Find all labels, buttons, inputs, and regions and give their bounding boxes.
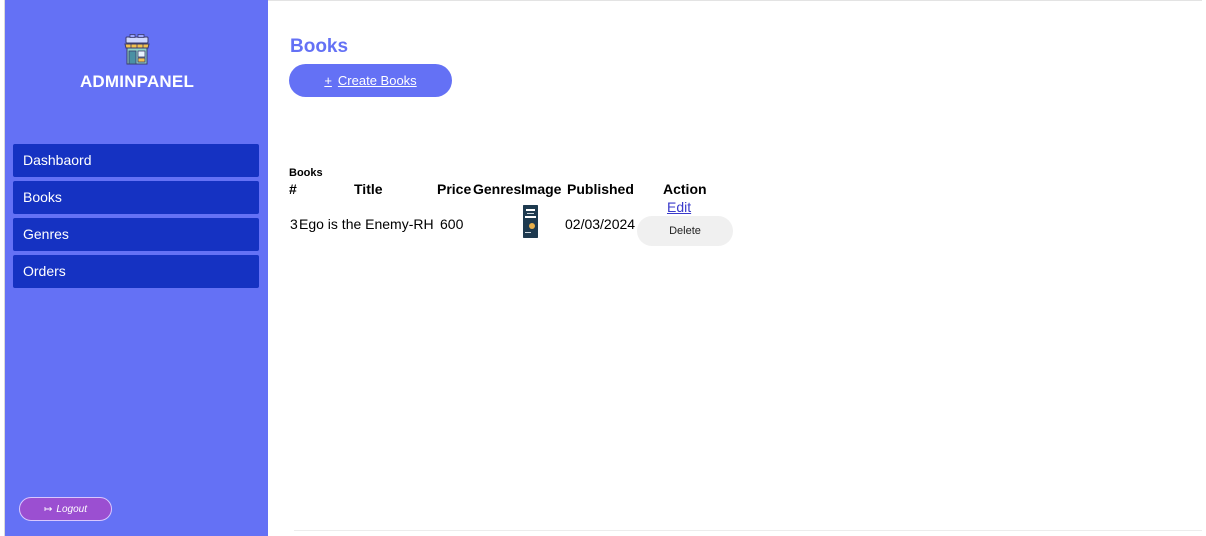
delete-button[interactable]: Delete — [637, 216, 733, 246]
sidebar-nav: Dashbaord Books Genres Orders — [13, 144, 259, 292]
plus-icon: + — [324, 73, 332, 88]
sidebar-item-dashboard[interactable]: Dashbaord — [13, 144, 259, 177]
column-header-action: Action — [663, 181, 707, 197]
column-header-published: Published — [567, 181, 634, 197]
logout-label: Logout — [56, 503, 87, 515]
admin-app: ADMINPANEL Dashbaord Books Genres Orders… — [0, 0, 1206, 536]
table-caption: Books — [289, 167, 323, 179]
create-books-label: Create Books — [337, 73, 417, 88]
column-header-title: Title — [354, 181, 383, 197]
column-header-image: Image — [521, 181, 562, 197]
sidebar-item-books[interactable]: Books — [13, 181, 259, 214]
main-content: Books + Create Books Books # Title Price… — [268, 0, 1206, 536]
divider — [294, 530, 1202, 531]
divider — [268, 0, 1202, 1]
cell-id: 3 — [290, 216, 298, 232]
column-header-genres: Genres — [473, 181, 522, 197]
logout-button[interactable]: ↦ Logout — [19, 497, 112, 521]
brand: ADMINPANEL — [5, 34, 269, 92]
create-books-button[interactable]: + Create Books — [289, 64, 452, 97]
sidebar-item-genres[interactable]: Genres — [13, 218, 259, 251]
page-title: Books — [290, 36, 349, 57]
cell-price: 600 — [440, 216, 464, 232]
book-cover-icon — [523, 205, 538, 238]
store-icon — [124, 34, 150, 65]
sidebar: ADMINPANEL Dashbaord Books Genres Orders… — [4, 0, 268, 536]
edit-link[interactable]: Edit — [667, 199, 691, 215]
column-header-price: Price — [437, 181, 472, 197]
brand-title: ADMINPANEL — [79, 72, 195, 91]
cell-title: Ego is the Enemy-RH — [299, 216, 434, 232]
logout-icon: ↦ — [44, 503, 53, 515]
column-header-id: # — [289, 181, 297, 197]
cell-published: 02/03/2024 — [565, 216, 636, 232]
sidebar-item-orders[interactable]: Orders — [13, 255, 259, 288]
book-cover-image — [523, 205, 538, 238]
